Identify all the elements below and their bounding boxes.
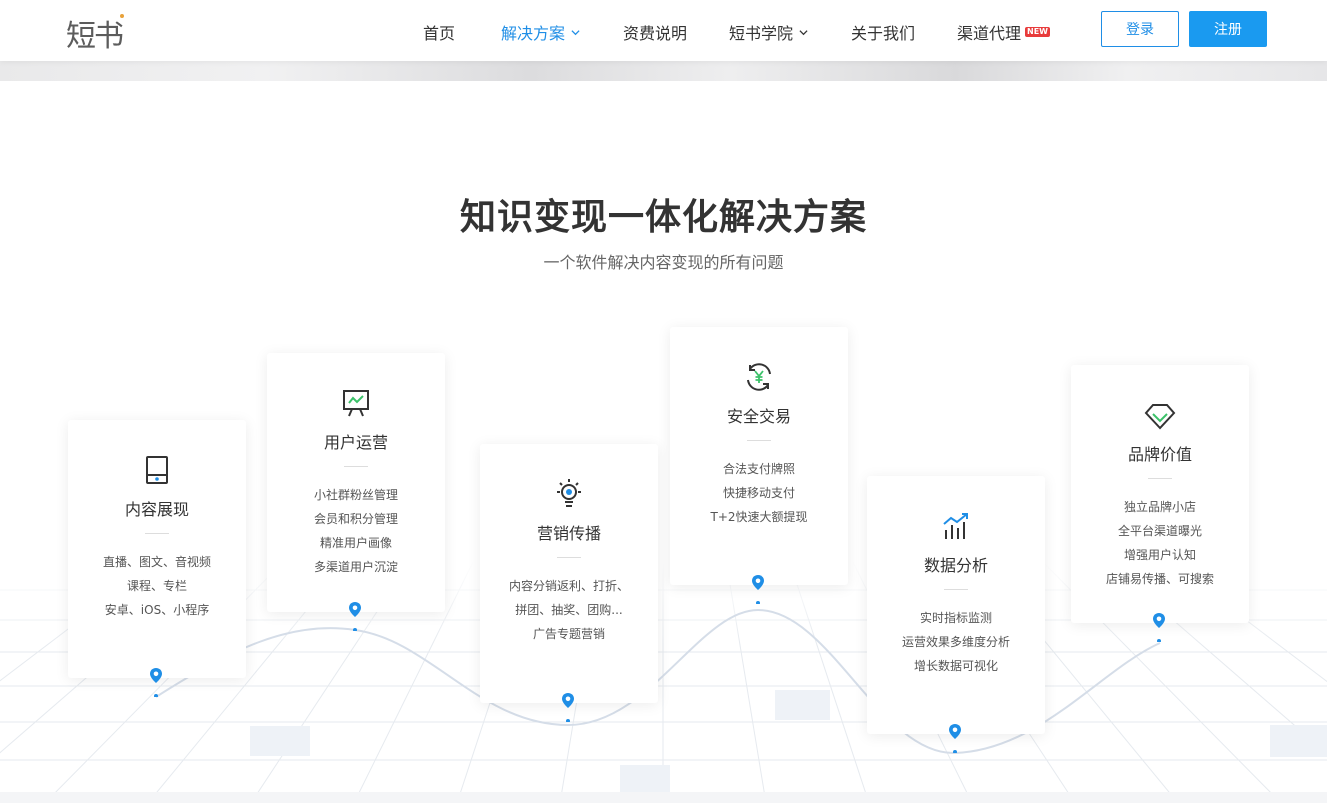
card-title: 用户运营 — [323, 433, 388, 452]
card-feature-line: 快捷移动支付 — [722, 486, 795, 500]
section-subtitle: 一个软件解决内容变现的所有问题 — [543, 253, 784, 272]
card-feature-line: 全平台渠道曝光 — [1117, 524, 1202, 538]
location-pin-icon — [752, 575, 764, 604]
chevron-down-icon — [571, 29, 580, 35]
card-title: 营销传播 — [536, 524, 601, 543]
yuan-cycle-icon — [747, 363, 771, 391]
card-feature-line: 增长数据可视化 — [913, 659, 998, 673]
location-pin-icon — [150, 668, 162, 697]
card-feature-line: 实时指标监测 — [919, 611, 992, 625]
nav-agent-label: 渠道代理 — [957, 24, 1022, 43]
feature-card-content-display: 内容展现 直播、图文、音视频 课程、专栏 安卓、iOS、小程序 — [68, 420, 246, 678]
card-divider — [145, 533, 169, 534]
nav-home[interactable]: 首页 — [423, 20, 455, 44]
location-pin-icon — [949, 724, 961, 753]
location-pin-icon — [349, 602, 361, 631]
card-feature-line: 直播、图文、音视频 — [102, 555, 211, 569]
nav-pricing-label: 资费说明 — [623, 24, 688, 43]
card-feature-line: T+2快速大额提现 — [710, 510, 808, 524]
nav-about[interactable]: 关于我们 — [851, 20, 915, 44]
top-navbar: 短书 首页 解决方案 资费说明 短书学院 关于我们 渠道代理 NEW 登录 注册 — [0, 0, 1327, 61]
card-feature-line: 安卓、iOS、小程序 — [104, 603, 210, 617]
nav-academy[interactable]: 短书学院 — [729, 20, 808, 44]
card-divider — [747, 440, 771, 441]
site-logo[interactable]: 短书 — [66, 11, 124, 55]
card-feature-line: 合法支付牌照 — [722, 462, 795, 476]
card-title: 品牌价值 — [1127, 445, 1192, 464]
login-button[interactable]: 登录 — [1101, 11, 1179, 47]
card-feature-line: 拼团、抽奖、团购... — [515, 603, 623, 617]
card-feature-line: 课程、专栏 — [126, 579, 187, 593]
card-feature-line: 会员和积分管理 — [313, 512, 398, 526]
nav-pricing[interactable]: 资费说明 — [623, 20, 687, 44]
feature-card-user-operations: 用户运营 小社群粉丝管理 会员和积分管理 精准用户画像 多渠道用户沉淀 — [267, 353, 445, 612]
card-divider — [1148, 478, 1172, 479]
card-feature-line: 精准用户画像 — [319, 536, 392, 550]
card-feature-line: 多渠道用户沉淀 — [313, 560, 398, 574]
nav-solutions[interactable]: 解决方案 — [501, 20, 580, 44]
card-feature-line: 店铺易传播、可搜索 — [1105, 572, 1214, 586]
register-button[interactable]: 注册 — [1189, 11, 1267, 47]
banner-remnant — [0, 61, 1327, 81]
card-feature-line: 广告专题营销 — [532, 627, 605, 641]
card-title: 安全交易 — [726, 407, 791, 426]
bar-chart-trend-icon — [943, 513, 968, 539]
feature-card-secure-transaction: 安全交易 合法支付牌照 快捷移动支付 T+2快速大额提现 — [670, 327, 848, 585]
card-divider — [944, 589, 968, 590]
feature-card-data-analysis: 数据分析 实时指标监测 运营效果多维度分析 增长数据可视化 — [867, 476, 1045, 734]
nav-academy-label: 短书学院 — [729, 24, 794, 43]
feature-card-brand-value: 品牌价值 独立品牌小店 全平台渠道曝光 增强用户认知 店铺易传播、可搜索 — [1071, 365, 1249, 623]
presentation-chart-icon — [343, 390, 369, 417]
card-feature-line: 独立品牌小店 — [1123, 500, 1196, 514]
lightbulb-icon — [557, 479, 581, 507]
card-title: 内容展现 — [124, 500, 189, 519]
section-title: 知识变现一体化解决方案 — [459, 197, 867, 238]
card-feature-line: 小社群粉丝管理 — [313, 488, 398, 502]
nav-agent[interactable]: 渠道代理 NEW — [957, 20, 1050, 44]
nav-home-label: 首页 — [423, 24, 456, 43]
nav-solutions-label: 解决方案 — [501, 24, 566, 43]
location-pin-icon — [562, 693, 574, 722]
card-feature-line: 内容分销返利、打折、 — [508, 579, 629, 593]
card-title: 数据分析 — [923, 556, 988, 575]
chevron-down-icon — [799, 29, 808, 35]
location-pin-icon — [1153, 613, 1165, 642]
new-badge: NEW — [1025, 27, 1050, 37]
card-feature-line: 运营效果多维度分析 — [901, 635, 1010, 649]
card-feature-line: 增强用户认知 — [1123, 548, 1196, 562]
nav-about-label: 关于我们 — [851, 24, 916, 43]
diamond-icon — [1144, 404, 1176, 430]
card-divider — [344, 466, 368, 467]
logo-dot — [120, 14, 124, 18]
tablet-icon — [146, 456, 168, 484]
feature-card-marketing: 营销传播 内容分销返利、打折、 拼团、抽奖、团购... 广告专题营销 — [480, 444, 658, 703]
card-divider — [557, 557, 581, 558]
